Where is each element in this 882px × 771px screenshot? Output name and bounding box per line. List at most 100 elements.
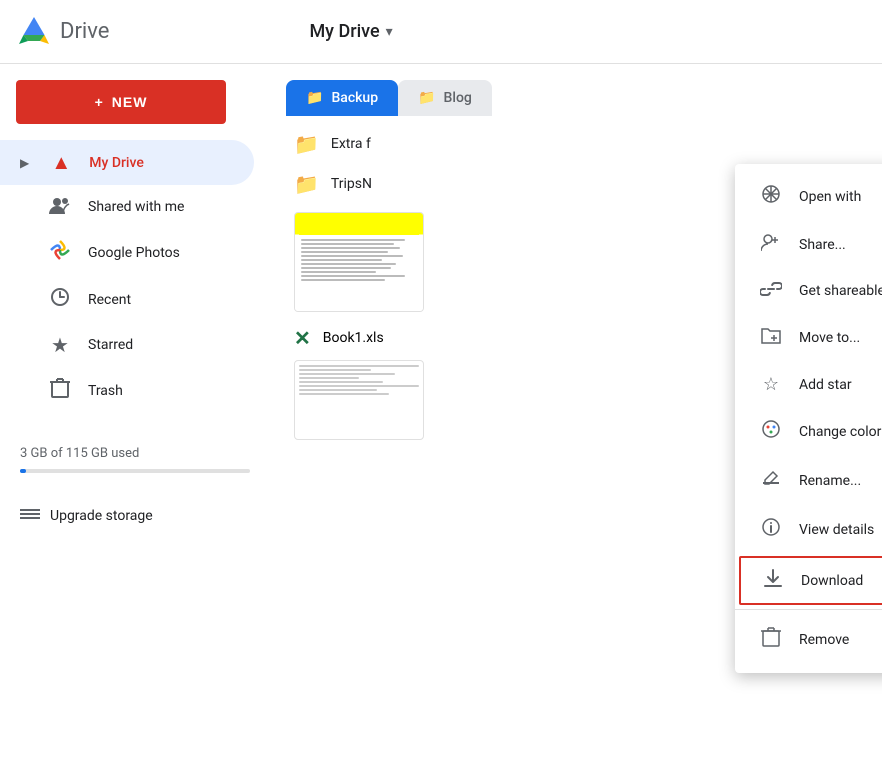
rename-icon	[759, 468, 783, 493]
ctx-item-add-star[interactable]: ☆ Add star	[735, 362, 882, 407]
shared-with-me-icon	[48, 195, 72, 219]
google-photos-icon	[48, 239, 72, 266]
thumbnail-line	[301, 239, 405, 241]
ctx-item-move-to[interactable]: Move to...	[735, 313, 882, 362]
ctx-label-open-with: Open with	[799, 189, 861, 205]
upgrade-storage-button[interactable]: Upgrade storage	[0, 497, 270, 535]
tl	[299, 369, 371, 371]
sidebar-item-trash-label: Trash	[88, 383, 123, 399]
plus-icon: +	[95, 94, 104, 110]
expand-arrow-icon: ▶	[20, 156, 29, 170]
chevron-down-icon: ▾	[386, 24, 393, 40]
thumbnail-line	[301, 243, 394, 245]
file-item-extra-f[interactable]: 📁 Extra f	[286, 124, 866, 164]
tl	[299, 381, 383, 383]
thumbnail-header-bar	[299, 217, 419, 235]
sidebar-item-shared-label: Shared with me	[88, 199, 184, 215]
excel-icon: ✕	[294, 326, 311, 350]
thumbnail-line	[301, 271, 376, 273]
folder-tab-blog[interactable]: 📁 Blog	[398, 80, 492, 116]
thumbnail-line	[301, 263, 396, 265]
folder-tab-blog-label: Blog	[444, 90, 472, 106]
body: + NEW ▶ ▲ My Drive Shared with me	[0, 64, 882, 771]
folder-tab-backup[interactable]: 📁 Backup	[286, 80, 398, 116]
sidebar-item-google-photos-label: Google Photos	[88, 245, 180, 261]
move-to-icon	[759, 325, 783, 350]
thumbnail-line	[301, 275, 405, 277]
ctx-item-view-details[interactable]: View details	[735, 505, 882, 554]
ctx-label-move-to: Move to...	[799, 330, 860, 346]
storage-icon	[20, 505, 40, 527]
file-name-extra-f: Extra f	[331, 136, 371, 152]
upgrade-label: Upgrade storage	[50, 508, 153, 524]
ctx-label-get-link: Get shareable link	[799, 283, 882, 299]
tl	[299, 365, 419, 367]
ctx-label-rename: Rename...	[799, 473, 861, 489]
file-name-book1: Book1.xls	[323, 330, 384, 346]
folder-icon-extra: 📁	[294, 132, 319, 156]
folder-tab-blog-icon: 📁	[418, 90, 435, 106]
main-content: 📁 Backup 📁 Blog 📁 Extra f 📁 TripsN	[270, 64, 882, 771]
ctx-label-download: Download	[801, 573, 863, 589]
file-name-trips-n: TripsN	[331, 176, 372, 192]
star-icon: ☆	[759, 374, 783, 395]
download-icon	[761, 568, 785, 593]
tl	[299, 377, 359, 379]
open-with-icon	[759, 184, 783, 209]
tl	[299, 389, 377, 391]
sidebar-item-trash[interactable]: Trash	[0, 367, 254, 414]
palette-icon	[759, 419, 783, 444]
thumbnail-line	[301, 267, 391, 269]
drive-logo-icon	[16, 14, 52, 50]
thumbnail-line	[301, 259, 382, 261]
app-name: Drive	[60, 19, 109, 44]
ctx-item-open-with[interactable]: Open with ›	[735, 172, 882, 221]
ctx-item-rename[interactable]: Rename...	[735, 456, 882, 505]
folder-tab-backup-label: Backup	[331, 90, 378, 106]
sidebar-item-my-drive-label: My Drive	[89, 155, 144, 171]
link-icon	[759, 280, 783, 301]
ctx-item-get-link[interactable]: Get shareable link	[735, 268, 882, 313]
my-drive-icon: ▲	[49, 150, 73, 175]
info-icon	[759, 517, 783, 542]
trash-icon	[48, 377, 72, 404]
folder-tabs: 📁 Backup 📁 Blog	[270, 64, 882, 116]
ctx-label-remove: Remove	[799, 632, 849, 648]
starred-icon: ★	[48, 333, 72, 357]
thumbnail-lines	[299, 239, 419, 281]
sidebar-item-recent[interactable]: Recent	[0, 276, 254, 323]
new-button-label: NEW	[112, 94, 148, 110]
tl	[299, 385, 419, 387]
tl	[299, 393, 389, 395]
thumbnail-line	[301, 255, 403, 257]
ctx-item-share[interactable]: Share...	[735, 221, 882, 268]
thumbnail-line	[301, 279, 385, 281]
ctx-item-change-color[interactable]: Change color ›	[735, 407, 882, 456]
thumbnail-line	[301, 247, 400, 249]
sidebar-item-recent-label: Recent	[88, 292, 131, 308]
thumbnail-line	[301, 251, 388, 253]
thumbnail-preview-2	[294, 360, 424, 440]
ctx-item-download[interactable]: Download	[739, 556, 882, 605]
storage-bar-background	[20, 469, 250, 473]
folder-tab-backup-icon: 📁	[306, 90, 323, 106]
folder-icon-trips: 📁	[294, 172, 319, 196]
context-menu: Open with › Share...	[735, 164, 882, 673]
share-icon	[759, 233, 783, 256]
sidebar-item-starred-label: Starred	[88, 337, 133, 353]
sidebar: + NEW ▶ ▲ My Drive Shared with me	[0, 64, 270, 771]
ctx-item-remove[interactable]: Remove	[735, 614, 882, 665]
storage-bar-fill	[20, 469, 26, 473]
storage-info: 3 GB of 115 GB used	[0, 430, 270, 497]
thumbnail-preview	[294, 212, 424, 312]
ctx-label-view-details: View details	[799, 522, 874, 538]
sidebar-item-my-drive[interactable]: ▶ ▲ My Drive	[0, 140, 254, 185]
my-drive-header[interactable]: My Drive ▾	[309, 21, 392, 42]
sidebar-item-starred[interactable]: ★ Starred	[0, 323, 254, 367]
storage-text: 3 GB of 115 GB used	[20, 446, 139, 461]
sidebar-item-shared-with-me[interactable]: Shared with me	[0, 185, 254, 229]
my-drive-header-label: My Drive	[309, 21, 379, 42]
new-button[interactable]: + NEW	[16, 80, 226, 124]
logo: Drive	[16, 14, 109, 50]
sidebar-item-google-photos[interactable]: Google Photos	[0, 229, 254, 276]
